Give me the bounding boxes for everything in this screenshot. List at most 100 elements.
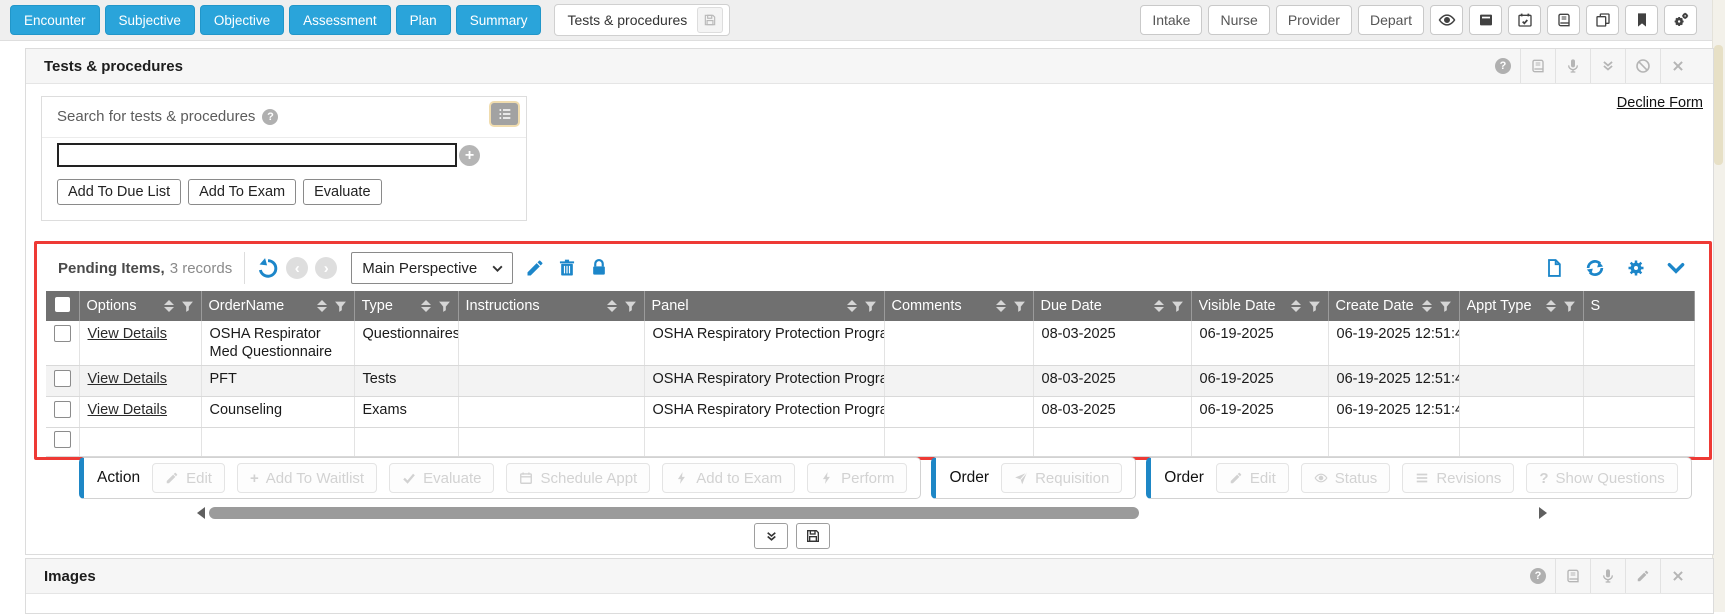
row-checkbox[interactable] bbox=[54, 370, 71, 387]
filter-icon[interactable] bbox=[624, 300, 637, 313]
tab-summary[interactable]: Summary bbox=[456, 5, 542, 35]
sort-icon[interactable] bbox=[421, 300, 431, 312]
undo-icon[interactable] bbox=[257, 257, 279, 279]
sort-icon[interactable] bbox=[1291, 300, 1301, 312]
filter-icon[interactable] bbox=[864, 300, 877, 313]
help-icon[interactable]: ? bbox=[262, 109, 278, 125]
show-questions-button[interactable]: ?Show Questions bbox=[1526, 463, 1677, 493]
new-document-icon[interactable] bbox=[1544, 258, 1564, 278]
next-icon[interactable]: › bbox=[315, 257, 337, 279]
scroll-left-arrow[interactable] bbox=[197, 507, 205, 519]
copy-icon[interactable] bbox=[1586, 5, 1619, 35]
pending-items-count: 3 records bbox=[170, 260, 233, 277]
view-details-link[interactable]: View Details bbox=[88, 402, 168, 418]
sort-icon[interactable] bbox=[317, 300, 327, 312]
plus-icon[interactable]: + bbox=[459, 145, 480, 166]
schedule-appt-button[interactable]: Schedule Appt bbox=[506, 463, 650, 493]
order-edit-button[interactable]: Edit bbox=[1216, 463, 1289, 493]
filter-icon[interactable] bbox=[1563, 300, 1576, 313]
edit-button[interactable]: Edit bbox=[152, 463, 225, 493]
requisition-button[interactable]: Requisition bbox=[1001, 463, 1122, 493]
sort-icon[interactable] bbox=[1422, 300, 1432, 312]
collapse-icon[interactable] bbox=[1590, 49, 1625, 83]
row-checkbox[interactable] bbox=[54, 401, 71, 418]
tab-objective[interactable]: Objective bbox=[200, 5, 284, 35]
images-header: Images ? bbox=[26, 559, 1713, 594]
close-icon[interactable] bbox=[1660, 559, 1695, 593]
view-details-link[interactable]: View Details bbox=[88, 326, 168, 342]
add-to-due-list-button[interactable]: Add To Due List bbox=[57, 179, 181, 205]
book-icon[interactable] bbox=[1547, 5, 1580, 35]
book-icon[interactable] bbox=[1555, 559, 1590, 593]
gears-icon[interactable] bbox=[1664, 5, 1697, 35]
eye-icon[interactable] bbox=[1430, 5, 1463, 35]
list-icon[interactable] bbox=[491, 103, 518, 125]
chevron-down-icon[interactable] bbox=[1666, 258, 1686, 278]
help-icon[interactable]: ? bbox=[1486, 49, 1520, 83]
row-checkbox[interactable] bbox=[54, 325, 71, 342]
calendar-check-icon[interactable] bbox=[1508, 5, 1541, 35]
filter-icon[interactable] bbox=[1439, 300, 1452, 313]
lock-icon[interactable] bbox=[589, 258, 609, 278]
sort-icon[interactable] bbox=[607, 300, 617, 312]
filter-icon[interactable] bbox=[1013, 300, 1026, 313]
sort-icon[interactable] bbox=[164, 300, 174, 312]
perspective-select[interactable]: Main Perspective bbox=[351, 252, 513, 284]
status-button[interactable]: Status bbox=[1301, 463, 1391, 493]
check-icon bbox=[402, 471, 416, 485]
add-to-exam-button[interactable]: Add to Exam bbox=[662, 463, 795, 493]
revisions-button[interactable]: Revisions bbox=[1402, 463, 1514, 493]
select-all-checkbox[interactable] bbox=[55, 297, 70, 312]
row-checkbox[interactable] bbox=[54, 431, 71, 448]
provider-button[interactable]: Provider bbox=[1276, 5, 1352, 35]
horizontal-scrollbar-thumb[interactable] bbox=[209, 507, 1139, 519]
refresh-icon[interactable] bbox=[1584, 257, 1606, 279]
intake-button[interactable]: Intake bbox=[1140, 5, 1202, 35]
save-button[interactable] bbox=[796, 523, 830, 549]
filter-icon[interactable] bbox=[334, 300, 347, 313]
vertical-scrollbar-thumb[interactable] bbox=[1714, 45, 1723, 165]
trash-icon[interactable] bbox=[557, 258, 577, 278]
filter-icon[interactable] bbox=[1308, 300, 1321, 313]
collapse-section-button[interactable] bbox=[754, 523, 788, 549]
view-details-link[interactable]: View Details bbox=[88, 371, 168, 387]
pencil-icon[interactable] bbox=[1625, 559, 1660, 593]
search-input[interactable] bbox=[57, 143, 457, 167]
sort-icon[interactable] bbox=[1546, 300, 1556, 312]
tab-subjective[interactable]: Subjective bbox=[105, 5, 195, 35]
book-icon[interactable] bbox=[1520, 49, 1555, 83]
pencil-icon[interactable] bbox=[525, 258, 545, 278]
order-group-label: Order bbox=[949, 469, 989, 487]
table-empty-row bbox=[46, 428, 1694, 457]
sort-icon[interactable] bbox=[1154, 300, 1164, 312]
tab-plan[interactable]: Plan bbox=[396, 5, 451, 35]
depart-button[interactable]: Depart bbox=[1358, 5, 1424, 35]
close-icon[interactable] bbox=[1660, 49, 1695, 83]
add-to-waitlist-button[interactable]: +Add To Waitlist bbox=[237, 463, 377, 493]
sort-icon[interactable] bbox=[847, 300, 857, 312]
add-to-exam-button[interactable]: Add To Exam bbox=[188, 179, 296, 205]
horizontal-scrollbar[interactable] bbox=[197, 506, 1547, 520]
evaluate-button[interactable]: Evaluate bbox=[303, 179, 381, 205]
bookmark-icon[interactable] bbox=[1625, 5, 1658, 35]
prev-icon[interactable]: ‹ bbox=[286, 257, 308, 279]
inbox-icon[interactable] bbox=[1469, 5, 1502, 35]
sort-icon[interactable] bbox=[996, 300, 1006, 312]
gear-icon[interactable] bbox=[1626, 258, 1646, 278]
tab-encounter[interactable]: Encounter bbox=[10, 5, 100, 35]
ban-icon[interactable] bbox=[1625, 49, 1660, 83]
microphone-icon[interactable] bbox=[1590, 559, 1625, 593]
filter-icon[interactable] bbox=[1171, 300, 1184, 313]
tab-assessment[interactable]: Assessment bbox=[289, 5, 391, 35]
save-tab-icon[interactable] bbox=[697, 7, 723, 33]
filter-icon[interactable] bbox=[438, 300, 451, 313]
filter-icon[interactable] bbox=[181, 300, 194, 313]
perform-button[interactable]: Perform bbox=[807, 463, 907, 493]
scroll-right-arrow[interactable] bbox=[1539, 507, 1547, 519]
tab-tests-procedures-active[interactable]: Tests & procedures bbox=[554, 4, 730, 36]
microphone-icon[interactable] bbox=[1555, 49, 1590, 83]
decline-form-link[interactable]: Decline Form bbox=[1617, 95, 1703, 111]
nurse-button[interactable]: Nurse bbox=[1208, 5, 1269, 35]
evaluate-button[interactable]: Evaluate bbox=[389, 463, 494, 493]
help-icon[interactable]: ? bbox=[1521, 559, 1555, 593]
